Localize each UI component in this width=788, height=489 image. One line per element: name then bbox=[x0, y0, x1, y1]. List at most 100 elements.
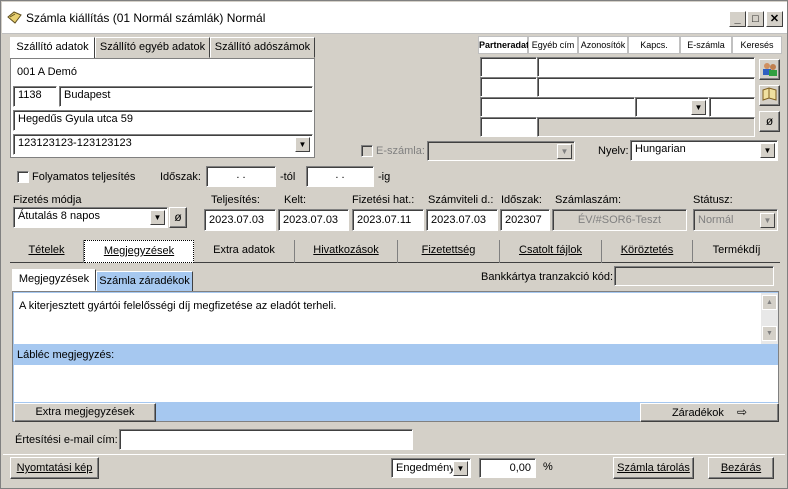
status-label: Státusz: bbox=[693, 194, 733, 206]
partner-house-no[interactable] bbox=[709, 97, 755, 117]
period-value[interactable]: 202307 bbox=[500, 209, 550, 231]
tab-items-label: Tételek bbox=[28, 244, 65, 256]
period-to-suffix: -ig bbox=[378, 171, 391, 183]
partner-street-field[interactable] bbox=[480, 97, 635, 117]
close-window-button[interactable]: ✕ bbox=[766, 11, 783, 27]
partner-tax-field[interactable] bbox=[480, 117, 537, 137]
email-field[interactable] bbox=[119, 429, 413, 450]
discount-type: Engedmény bbox=[396, 462, 455, 474]
email-label: Értesítési e-mail cím: bbox=[15, 434, 118, 446]
tab-partner-data[interactable]: Partneradat bbox=[478, 36, 529, 54]
partners-icon[interactable] bbox=[759, 59, 780, 80]
clauses-button[interactable]: Záradékok ⇨ bbox=[640, 403, 779, 422]
supplier-panel: 001 A Demó 1138 Budapest Hegedűs Gyula u… bbox=[10, 58, 315, 158]
tab-items[interactable]: Tételek bbox=[10, 240, 84, 263]
chevron-down-icon[interactable]: ▼ bbox=[295, 137, 310, 152]
chevron-down-icon[interactable]: ▼ bbox=[150, 210, 165, 225]
subtab-notes[interactable]: Megjegyzések bbox=[12, 269, 96, 291]
tab-circulation[interactable]: Köröztetés bbox=[602, 240, 693, 263]
notes-panel: A kiterjesztett gyártói felelősségi díj … bbox=[12, 291, 779, 422]
minimize-button[interactable]: _ bbox=[729, 11, 746, 27]
save-invoice-button[interactable]: Számla tárolás bbox=[613, 457, 694, 479]
print-preview-label: Nyomtatási kép bbox=[16, 462, 93, 474]
language-select[interactable]: Hungarian ▼ bbox=[630, 140, 778, 161]
accounting-label: Számviteli d.: bbox=[428, 194, 494, 206]
issued-date[interactable]: 2023.07.03 bbox=[278, 209, 349, 231]
tab-product-fee[interactable]: Termékdíj bbox=[693, 240, 780, 263]
einvoice-select: ▼ bbox=[427, 141, 575, 161]
period-to-field[interactable]: . . bbox=[306, 166, 374, 187]
due-date[interactable]: 2023.07.11 bbox=[352, 209, 424, 231]
invoice-no-label: Számlaszám: bbox=[555, 194, 622, 206]
language-label: Nyelv: bbox=[598, 145, 629, 157]
tab-supplier-data[interactable]: Szállító adatok bbox=[10, 37, 95, 60]
supplier-city[interactable]: Budapest bbox=[59, 86, 313, 107]
save-invoice-label: Számla tárolás bbox=[617, 462, 690, 474]
discount-value[interactable]: 0,00 bbox=[479, 458, 536, 478]
card-tx-field[interactable] bbox=[614, 266, 774, 286]
chevron-down-icon[interactable]: ▼ bbox=[691, 100, 706, 115]
partner-zip-field[interactable] bbox=[480, 77, 537, 97]
supplier-tax-number: 123123123-123123123 bbox=[18, 137, 132, 149]
partner-city-field[interactable] bbox=[537, 77, 755, 97]
supplier-street[interactable]: Hegedűs Gyula utca 59 bbox=[13, 110, 313, 131]
app-icon bbox=[7, 11, 22, 24]
status-value: Normál bbox=[698, 214, 734, 226]
address-book-icon[interactable] bbox=[759, 85, 780, 106]
fulfillment-date[interactable]: 2023.07.03 bbox=[204, 209, 276, 231]
tab-supplier-other[interactable]: Szállító egyéb adatok bbox=[95, 37, 210, 58]
status-select: Normál ▼ bbox=[693, 209, 778, 231]
payment-method-select[interactable]: Átutalás 8 napos ▼ bbox=[13, 207, 168, 228]
arrow-right-icon: ⇨ bbox=[736, 405, 748, 419]
payment-clear-button[interactable]: ø bbox=[169, 207, 187, 228]
tab-notes[interactable]: Megjegyzések bbox=[84, 240, 194, 263]
einvoice-label: E-számla: bbox=[376, 145, 425, 157]
print-preview-button[interactable]: Nyomtatási kép bbox=[10, 457, 99, 479]
supplier-zip[interactable]: 1138 bbox=[13, 86, 57, 107]
tab-partner-search[interactable]: Keresés bbox=[732, 36, 782, 54]
fulfillment-label: Teljesítés: bbox=[211, 194, 260, 206]
maximize-button[interactable]: □ bbox=[747, 11, 764, 27]
period-from-field[interactable]: . . bbox=[206, 166, 276, 187]
scroll-up-icon[interactable]: ▲ bbox=[762, 295, 777, 310]
accounting-date[interactable]: 2023.07.03 bbox=[426, 209, 498, 231]
tab-references[interactable]: Hivatkozások bbox=[295, 240, 398, 263]
clear-icon[interactable]: ø bbox=[759, 111, 780, 132]
language-value: Hungarian bbox=[635, 143, 686, 155]
supplier-name[interactable]: 001 A Demó bbox=[13, 62, 313, 83]
chevron-down-icon: ▼ bbox=[557, 144, 572, 159]
subtab-clauses[interactable]: Számla záradékok bbox=[96, 271, 193, 292]
footer-notes-textarea[interactable] bbox=[14, 365, 778, 402]
period-range-label: Időszak: bbox=[160, 171, 201, 183]
partner-street-type[interactable]: ▼ bbox=[635, 97, 709, 117]
chevron-down-icon[interactable]: ▼ bbox=[453, 461, 468, 476]
invoice-window: Számla kiállítás (01 Normál számlák) Nor… bbox=[0, 0, 788, 489]
clauses-label: Záradékok bbox=[671, 407, 724, 419]
einvoice-checkbox[interactable] bbox=[361, 145, 373, 157]
tab-attachments[interactable]: Csatolt fájlok bbox=[500, 240, 602, 263]
chevron-down-icon: ▼ bbox=[760, 213, 775, 228]
notes-scrollbar[interactable]: ▲ ▼ bbox=[761, 293, 778, 344]
continuous-checkbox[interactable] bbox=[17, 171, 29, 183]
payment-method-label: Fizetés módja bbox=[13, 194, 82, 206]
discount-type-select[interactable]: Engedmény ▼ bbox=[391, 458, 471, 478]
tab-partner-contacts[interactable]: Kapcs. bbox=[628, 36, 680, 54]
tab-partner-address[interactable]: Egyéb cím bbox=[528, 36, 578, 54]
tab-supplier-tax[interactable]: Szállító adószámok bbox=[210, 37, 315, 58]
partner-name-field[interactable] bbox=[537, 57, 755, 77]
partner-code-field[interactable] bbox=[480, 57, 537, 77]
chevron-down-icon[interactable]: ▼ bbox=[760, 143, 775, 158]
notes-textarea[interactable]: A kiterjesztett gyártói felelősségi díj … bbox=[14, 293, 778, 344]
close-button[interactable]: Bezárás bbox=[708, 457, 774, 479]
scroll-down-icon[interactable]: ▼ bbox=[762, 326, 777, 341]
tab-partner-ids[interactable]: Azonosítók bbox=[578, 36, 628, 54]
discount-unit: % bbox=[543, 461, 553, 473]
tab-payment-status[interactable]: Fizetettség bbox=[398, 240, 500, 263]
window-title: Számla kiállítás (01 Normál számlák) Nor… bbox=[26, 11, 266, 25]
tab-extra-data[interactable]: Extra adatok bbox=[194, 240, 295, 263]
notes-text: A kiterjesztett gyártói felelősségi díj … bbox=[19, 300, 337, 312]
tab-partner-einvoice[interactable]: E-számla bbox=[680, 36, 732, 54]
extra-notes-button[interactable]: Extra megjegyzések bbox=[14, 403, 156, 422]
supplier-tax-select[interactable]: 123123123-123123123 ▼ bbox=[13, 134, 313, 155]
due-label: Fizetési hat.: bbox=[352, 194, 415, 206]
